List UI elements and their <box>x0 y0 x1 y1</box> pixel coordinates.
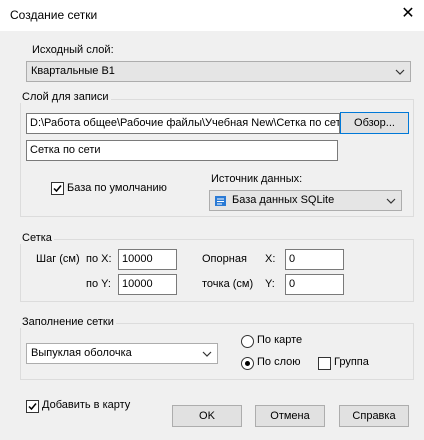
chevron-down-icon <box>202 351 212 357</box>
fill-mode-select[interactable]: Выпуклая оболочка <box>26 343 218 364</box>
database-icon <box>215 196 226 206</box>
checkmark-icon <box>53 185 62 193</box>
close-icon[interactable]: ✕ <box>398 4 418 24</box>
default-db-checkbox[interactable] <box>51 182 64 195</box>
help-button[interactable]: Справка <box>339 405 409 427</box>
data-source-label: Источник данных: <box>211 173 303 185</box>
fill-group-label: Заполнение сетки <box>20 316 116 328</box>
group-checkbox[interactable] <box>318 357 331 370</box>
add-to-map-checkbox[interactable] <box>26 400 39 413</box>
step-label: Шаг (см) <box>36 253 80 265</box>
ref-y-label: Y: <box>265 278 275 290</box>
ref-y-field[interactable]: 0 <box>285 274 344 295</box>
by-layer-radio[interactable] <box>241 357 254 370</box>
chevron-down-icon <box>395 69 405 75</box>
cancel-button[interactable]: Отмена <box>255 405 325 427</box>
ok-button[interactable]: OK <box>172 405 242 427</box>
grid-group <box>20 239 414 302</box>
write-layer-group-label: Слой для записи <box>20 91 111 103</box>
grid-group-label: Сетка <box>20 232 54 244</box>
reference-point-label: точка (см) <box>202 278 254 290</box>
group-checkbox-label: Группа <box>334 356 369 368</box>
default-db-label: База по умолчанию <box>67 182 167 194</box>
ref-x-label: X: <box>265 253 276 265</box>
add-to-map-label: Добавить в карту <box>42 399 131 411</box>
by-map-radio[interactable] <box>241 335 254 348</box>
by-layer-label: По слою <box>257 356 301 368</box>
checkmark-icon <box>28 403 37 411</box>
layer-name-field[interactable]: Сетка по сети <box>26 140 338 161</box>
reference-label: Опорная <box>202 253 247 265</box>
fill-mode-value: Выпуклая оболочка <box>31 347 132 359</box>
source-layer-value: Квартальные В1 <box>31 65 115 77</box>
source-layer-select[interactable]: Квартальные В1 <box>26 61 411 82</box>
output-path-field[interactable]: D:\Работа общее\Рабочие файлы\Учебная Ne… <box>26 113 340 134</box>
step-y-label: по Y: <box>86 278 111 290</box>
step-y-field[interactable]: 10000 <box>118 274 177 295</box>
source-layer-label: Исходный слой: <box>32 44 114 56</box>
ref-x-field[interactable]: 0 <box>285 249 344 270</box>
step-x-field[interactable]: 10000 <box>118 249 177 270</box>
browse-button[interactable]: Обзор... <box>340 112 409 134</box>
window-title: Создание сетки <box>10 8 98 22</box>
chevron-down-icon <box>386 198 396 204</box>
data-source-value: База данных SQLite <box>232 194 335 206</box>
step-x-label: по X: <box>86 253 112 265</box>
data-source-select[interactable]: База данных SQLite <box>209 190 402 211</box>
by-map-label: По карте <box>257 334 303 346</box>
